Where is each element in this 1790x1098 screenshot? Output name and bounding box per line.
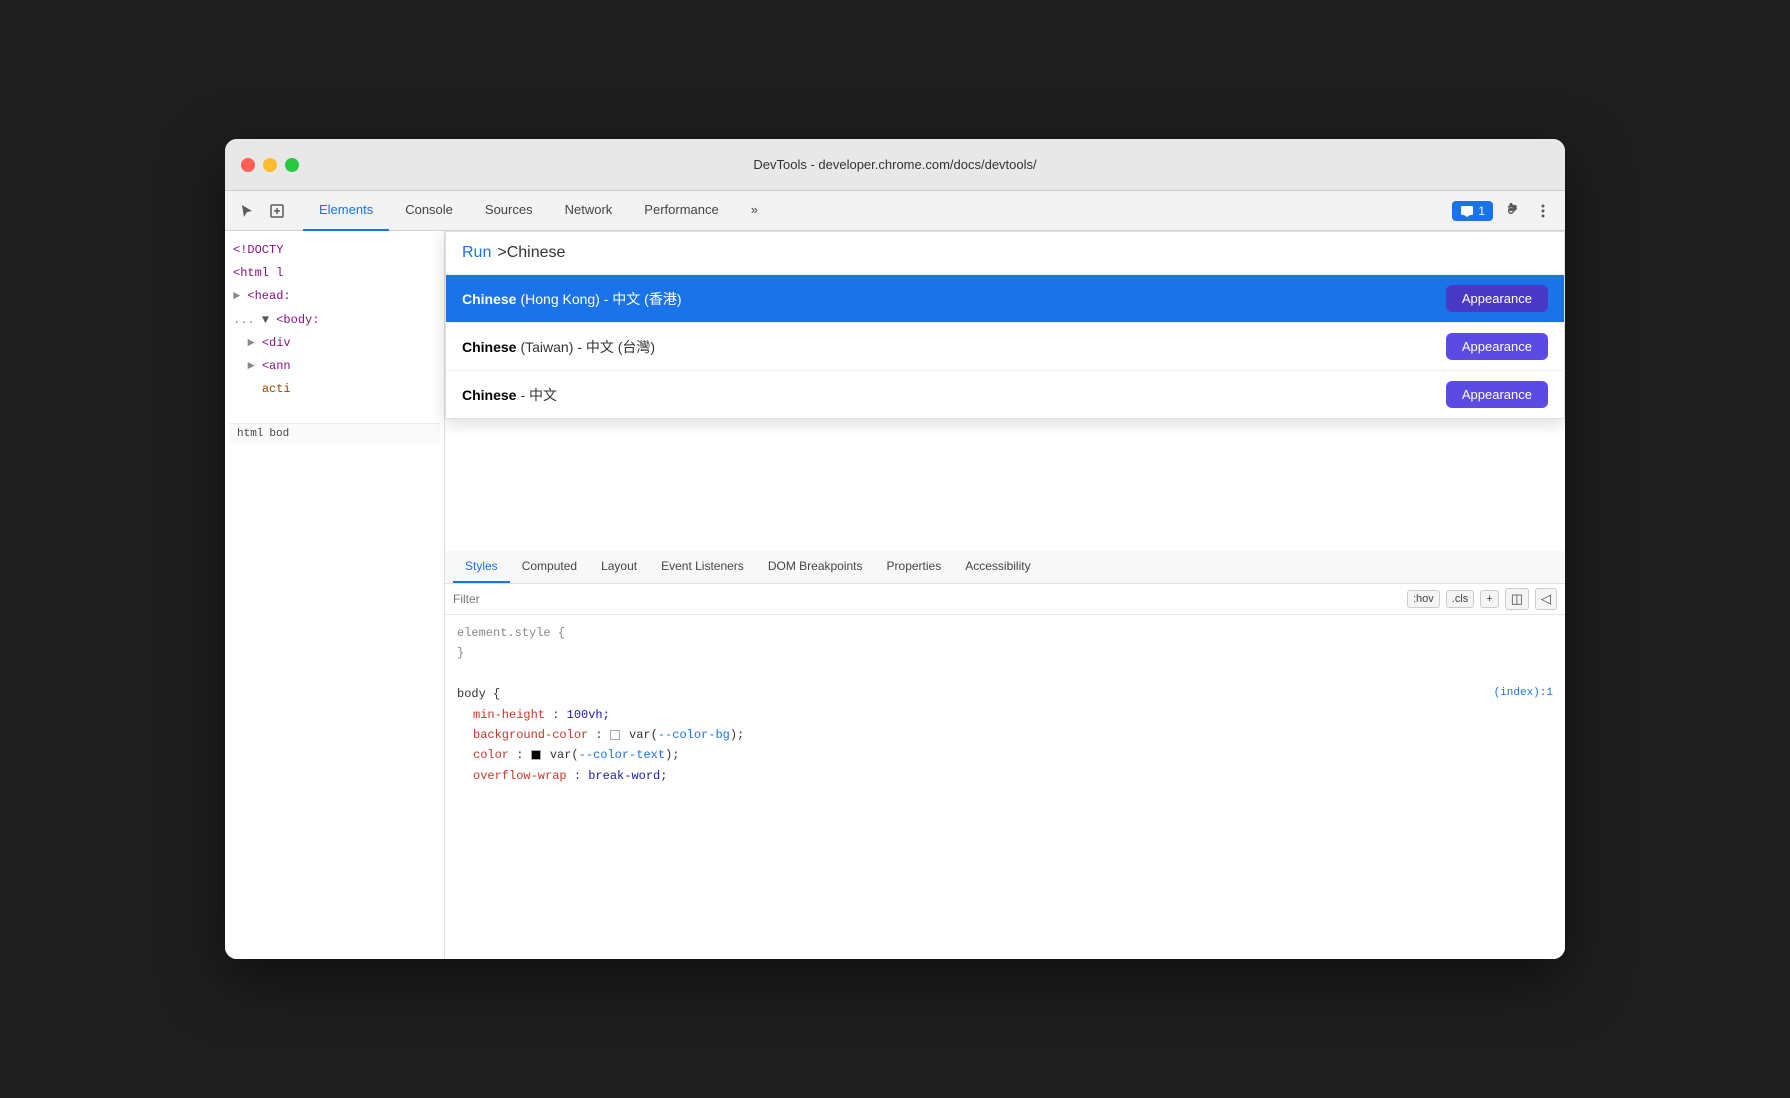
body-source[interactable]: (index):1 xyxy=(1494,684,1553,703)
command-item-2[interactable]: Chinese - 中文 Appearance xyxy=(446,371,1564,418)
dom-line: acti xyxy=(229,378,440,401)
dom-line: ... ▼ <body: xyxy=(229,309,440,332)
panel-tabs: Styles Computed Layout Event Listeners D… xyxy=(445,551,1565,584)
element-style-rule: element.style { xyxy=(457,623,1553,643)
appearance-button-0[interactable]: Appearance xyxy=(1446,285,1548,312)
devtools-main: <!DOCTY <html l ► <head: ... ▼ <body: ► … xyxy=(225,231,1565,959)
maximize-button[interactable] xyxy=(285,158,299,172)
tab-properties[interactable]: Properties xyxy=(875,551,954,583)
command-palette: Run >Chinese Chinese (Hong Kong) - 中文 (香… xyxy=(445,231,1565,419)
close-button[interactable] xyxy=(241,158,255,172)
command-item-0[interactable]: Chinese (Hong Kong) - 中文 (香港) Appearance xyxy=(446,275,1564,323)
breadcrumb-html[interactable]: html xyxy=(237,428,263,440)
minimize-button[interactable] xyxy=(263,158,277,172)
bg-color-swatch xyxy=(610,730,620,740)
dom-line: <!DOCTY xyxy=(229,239,440,262)
more-options-icon[interactable] xyxy=(1529,197,1557,225)
element-style-close: } xyxy=(457,643,1553,663)
text-color-swatch xyxy=(531,750,541,760)
command-item-text-1: Chinese (Taiwan) - 中文 (台灣) xyxy=(462,337,655,357)
title-bar: DevTools - developer.chrome.com/docs/dev… xyxy=(225,139,1565,191)
add-rule-button[interactable]: + xyxy=(1480,590,1498,608)
tab-layout[interactable]: Layout xyxy=(589,551,649,583)
window-title: DevTools - developer.chrome.com/docs/dev… xyxy=(753,157,1036,172)
command-item-text-0: Chinese (Hong Kong) - 中文 (香港) xyxy=(462,289,682,309)
filter-input[interactable] xyxy=(453,592,1403,606)
tab-styles[interactable]: Styles xyxy=(453,551,510,583)
filter-actions: :hov .cls + ◫ ◁ xyxy=(1407,588,1557,610)
devtools-panel: Elements Console Sources Network Perform… xyxy=(225,191,1565,959)
tab-network[interactable]: Network xyxy=(549,191,629,231)
tab-elements[interactable]: Elements xyxy=(303,191,389,231)
devtools-toolbar: Elements Console Sources Network Perform… xyxy=(225,191,1565,231)
tab-console[interactable]: Console xyxy=(389,191,469,231)
dom-line: ► <ann xyxy=(229,355,440,378)
styles-filter-bar: :hov .cls + ◫ ◁ xyxy=(445,584,1565,615)
tab-event-listeners[interactable]: Event Listeners xyxy=(649,551,756,583)
dom-line: <html l xyxy=(229,262,440,285)
badge-button[interactable]: 1 xyxy=(1452,201,1493,221)
dock-button[interactable]: ◁ xyxy=(1535,588,1557,610)
tab-sources[interactable]: Sources xyxy=(469,191,549,231)
css-property-overflow: overflow-wrap : break-word; xyxy=(457,766,1553,786)
toolbar-icon-group xyxy=(233,197,291,225)
appearance-button-2[interactable]: Appearance xyxy=(1446,381,1548,408)
right-panel: Run >Chinese Chinese (Hong Kong) - 中文 (香… xyxy=(445,231,1565,959)
appearance-button-1[interactable]: Appearance xyxy=(1446,333,1548,360)
new-style-button[interactable]: ◫ xyxy=(1505,588,1529,610)
devtools-window: DevTools - developer.chrome.com/docs/dev… xyxy=(225,139,1565,959)
dom-panel: <!DOCTY <html l ► <head: ... ▼ <body: ► … xyxy=(225,231,445,959)
css-property-background: background-color : var(--color-bg); xyxy=(457,725,1553,745)
command-input-row: Run >Chinese xyxy=(446,232,1564,275)
inspect-icon[interactable] xyxy=(263,197,291,225)
command-item-1[interactable]: Chinese (Taiwan) - 中文 (台灣) Appearance xyxy=(446,323,1564,371)
command-item-text-2: Chinese - 中文 xyxy=(462,385,557,405)
command-query[interactable]: >Chinese xyxy=(497,244,565,262)
css-property-color: color : var(--color-text); xyxy=(457,745,1553,765)
tab-more[interactable]: » xyxy=(735,191,774,231)
toolbar-right: 1 xyxy=(1452,197,1557,225)
tab-computed[interactable]: Computed xyxy=(510,551,589,583)
dom-line: ► <head: xyxy=(229,285,440,308)
cursor-icon[interactable] xyxy=(233,197,261,225)
css-property-min-height: min-height : 100vh; xyxy=(457,705,1553,725)
devtools-tab-list: Elements Console Sources Network Perform… xyxy=(303,191,1448,231)
cls-button[interactable]: .cls xyxy=(1446,590,1475,608)
breadcrumb-body[interactable]: bod xyxy=(269,428,289,440)
body-rule: body { (index):1 xyxy=(457,684,1553,704)
settings-icon[interactable] xyxy=(1497,197,1525,225)
styles-section: Styles Computed Layout Event Listeners D… xyxy=(445,551,1565,959)
tab-dom-breakpoints[interactable]: DOM Breakpoints xyxy=(756,551,875,583)
hov-button[interactable]: :hov xyxy=(1407,590,1440,608)
dom-line: ► <div xyxy=(229,332,440,355)
traffic-lights xyxy=(241,158,299,172)
tab-performance[interactable]: Performance xyxy=(628,191,734,231)
css-panel-content: element.style { } body { (index):1 xyxy=(445,615,1565,959)
css-content: element.style { } body { (index):1 xyxy=(445,615,1565,794)
run-label: Run xyxy=(462,244,491,262)
tab-accessibility[interactable]: Accessibility xyxy=(953,551,1042,583)
